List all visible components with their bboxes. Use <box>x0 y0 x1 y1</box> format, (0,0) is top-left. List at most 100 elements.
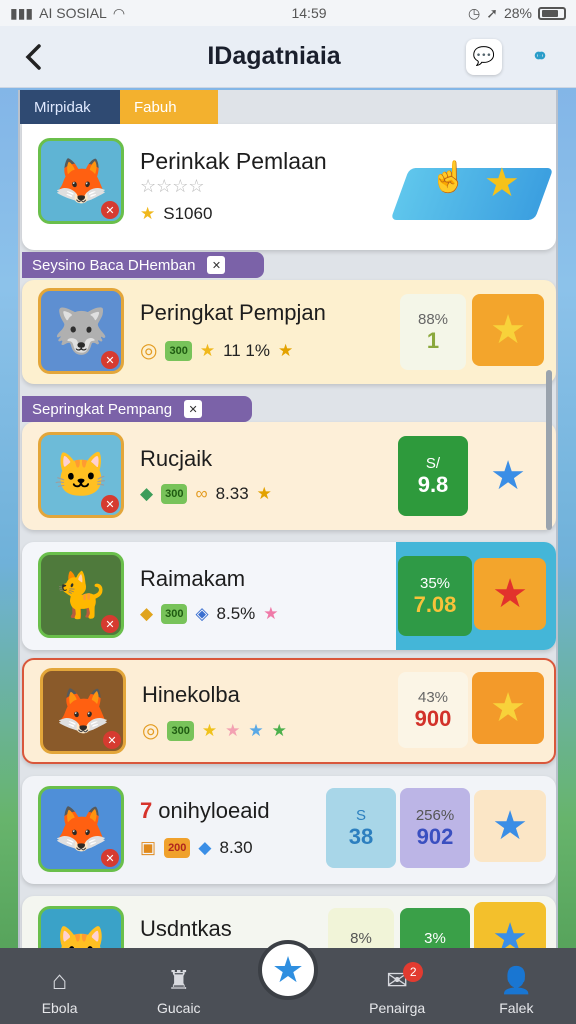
nav-item-trophy[interactable]: ♜ Gucaic <box>129 964 229 1017</box>
star-icon: ★ <box>490 454 526 498</box>
close-icon[interactable]: ✕ <box>207 256 226 274</box>
scrollbar[interactable] <box>546 370 552 530</box>
cat-avatar-icon: 🐱 <box>53 451 109 500</box>
score-box: 8% <box>328 908 394 950</box>
score-percent: S <box>355 806 366 824</box>
wifi-icon: ◠ <box>112 4 126 21</box>
battery-label: 28% <box>503 5 532 21</box>
player-name: Raimakam <box>140 566 246 591</box>
group-button[interactable]: ⚭ <box>522 39 558 75</box>
signal-icon: ▮▮▮ <box>10 4 34 21</box>
stat-value: 8.30 <box>219 838 253 857</box>
avatar-badge-icon: ✕ <box>101 615 119 633</box>
chevron-left-icon <box>25 43 41 70</box>
star-icon: ★ <box>201 720 218 740</box>
nav-item-profile[interactable]: 👤 Falek <box>466 964 566 1017</box>
leader-card[interactable]: 🐱 ✕ Rucjaik ◆ 300 ∞ 8.33 ★ S/ 9.8 ★ <box>22 422 556 530</box>
player-name: Hinekolba <box>142 682 240 707</box>
points-row: ★ S1060 <box>140 204 212 224</box>
star-icon: ★ <box>271 720 287 740</box>
nav-item-messages[interactable]: ✉ 2 Penairga <box>347 962 447 1016</box>
close-icon[interactable]: ✕ <box>184 400 203 418</box>
stat-value: 8.5% <box>216 604 256 623</box>
notification-badge: 2 <box>403 962 424 982</box>
leaderboard-panel: Mirpidak Fabuh 🦊 ✕ Perinkak Pemlaan ☆☆☆☆ … <box>18 90 558 950</box>
score-percent: 35% <box>419 574 451 592</box>
leader-card[interactable]: 🐈 ✕ Raimakam ◆ 300 ◈ 8.5% ★ 35% 7.08 ★ <box>22 542 556 650</box>
score-value: 902 <box>416 823 454 849</box>
avatar: 🦊 ✕ <box>38 138 124 224</box>
star-button[interactable]: ★ <box>472 294 544 366</box>
section-label: Sepringkat Pempang <box>32 400 173 418</box>
tab-fabuh[interactable]: Fabuh <box>120 90 218 124</box>
avatar: 😺 <box>38 906 124 950</box>
home-icon: ⌂ <box>51 964 68 995</box>
stat-chip: 300 <box>161 604 188 624</box>
cube-icon: ◆ <box>140 604 154 623</box>
score-box: 35% 7.08 <box>398 556 472 636</box>
stats-row: ▣ 200 ◆ 8.30 <box>140 838 253 858</box>
score-percent: 256% <box>415 806 455 824</box>
top-header: IDagatniaia 💬 ⚭ <box>0 26 576 88</box>
tab-bar: Mirpidak Fabuh <box>20 90 556 124</box>
pointer-icon: ☝ <box>430 161 468 194</box>
stat-value: 8.33 <box>215 484 249 503</box>
leader-card-highlighted[interactable]: 🦊 ✕ Hinekolba ◎ 300 ★ ★ ★ ★ 43% 900 ★ <box>22 658 556 764</box>
avatar: 🐺 ✕ <box>38 288 124 374</box>
star-button[interactable]: ★ <box>474 558 546 630</box>
score-percent: 8% <box>350 929 372 947</box>
stats-row: ◆ 300 ∞ 8.33 ★ <box>140 484 272 504</box>
stat-chip: 300 <box>167 720 194 741</box>
star-button[interactable]: ★ <box>474 902 546 950</box>
rank-number: 7 <box>140 798 153 823</box>
group-icon: ⚭ <box>531 46 549 68</box>
star-icon: ★ <box>492 804 528 848</box>
stat-value: 11 1% <box>223 340 271 360</box>
score-value: 7.08 <box>413 591 457 617</box>
leader-card-top[interactable]: 🦊 ✕ Perinkak Pemlaan ☆☆☆☆ ★ S1060 ☝ ★ <box>22 124 556 250</box>
cat-avatar-icon: 😺 <box>53 925 109 950</box>
star-icon: ★ <box>492 916 528 950</box>
player-name: 7 onihyloeaid <box>140 798 270 824</box>
player-name: Usdntkas <box>140 916 232 941</box>
avatar-badge-icon: ✕ <box>103 731 121 749</box>
score-box: S 38 <box>326 788 396 868</box>
stat-chip: 300 <box>161 484 188 504</box>
back-button[interactable] <box>14 37 54 77</box>
score-box: 3% <box>400 908 470 950</box>
center-star-button[interactable]: ★ <box>258 940 318 1000</box>
rating-stars: ☆☆☆☆ <box>140 176 205 196</box>
score-box: 88% 1 <box>400 294 466 370</box>
star-button[interactable]: ★ <box>472 672 544 744</box>
star-icon: ★ <box>199 340 216 360</box>
star-button[interactable]: ★ <box>472 440 544 512</box>
section-header: Sepringkat Pempang ✕ <box>22 396 252 422</box>
star-button[interactable]: ★ <box>474 790 546 862</box>
wolf-avatar-icon: 🐺 <box>53 307 109 356</box>
leader-card[interactable]: 🦊 ✕ 7 onihyloeaid ▣ 200 ◆ 8.30 S 38 256% 9… <box>22 776 556 884</box>
leader-card[interactable]: 🐺 ✕ Peringkat Pempjan ◎ 300 ★ 11 1% ★ 88%… <box>22 280 556 384</box>
star-icon: ★ <box>490 686 526 730</box>
star-icon: ★ <box>263 604 279 623</box>
star-icon: ★ <box>140 204 156 223</box>
star-icon: ★ <box>225 720 241 740</box>
cube-icon: ◆ <box>198 838 212 857</box>
gem-icon: ◈ <box>195 604 209 623</box>
score-value: 9.8 <box>417 471 449 497</box>
nav-item-home[interactable]: ⌂ Ebola <box>10 964 110 1017</box>
clock: 14:59 <box>291 5 327 21</box>
battery-icon <box>538 6 566 20</box>
profile-icon: 👤 <box>500 964 533 995</box>
score-value: 38 <box>348 823 374 849</box>
score-percent: 88% <box>417 310 449 328</box>
stats-row: ◎ 300 ★ 11 1% ★ <box>140 338 293 363</box>
cat-avatar-icon: 🐈 <box>53 571 109 620</box>
avatar: 🦊 ✕ <box>38 786 124 872</box>
avatar-badge-icon: ✕ <box>101 351 119 369</box>
score-percent: 43% <box>417 688 449 706</box>
star-icon: ★ <box>484 161 520 205</box>
nav-label: Ebola <box>41 1000 78 1016</box>
tab-mirpidak[interactable]: Mirpidak <box>20 90 120 124</box>
chat-button[interactable]: 💬 <box>466 38 502 75</box>
section-header: Seysino Baca DHemban ✕ <box>22 252 264 278</box>
